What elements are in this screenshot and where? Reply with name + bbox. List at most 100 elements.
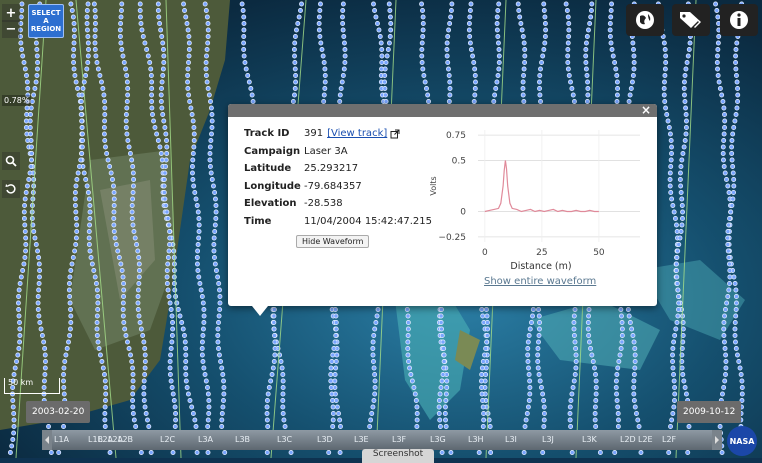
track-point[interactable]: [107, 450, 113, 455]
track-point[interactable]: [680, 209, 686, 215]
track-point[interactable]: [372, 385, 378, 390]
track-point[interactable]: [21, 261, 27, 267]
track-point[interactable]: [120, 307, 126, 312]
track-point[interactable]: [541, 404, 547, 410]
track-point[interactable]: [424, 86, 429, 91]
track-point[interactable]: [384, 53, 390, 59]
timeline-campaign-label[interactable]: L3D: [317, 435, 333, 444]
track-point[interactable]: [541, 1, 547, 7]
track-point[interactable]: [520, 79, 526, 85]
track-point[interactable]: [123, 112, 129, 117]
track-point[interactable]: [447, 79, 453, 85]
track-point[interactable]: [183, 378, 189, 384]
track-point[interactable]: [672, 216, 678, 221]
track-point[interactable]: [527, 378, 533, 384]
track-point[interactable]: [179, 320, 185, 325]
track-point[interactable]: [29, 157, 34, 163]
track-point[interactable]: [536, 313, 542, 319]
track-point[interactable]: [155, 1, 161, 7]
track-point[interactable]: [332, 339, 338, 345]
track-point[interactable]: [405, 352, 411, 358]
track-point[interactable]: [104, 151, 110, 156]
track-point[interactable]: [61, 424, 66, 429]
track-point[interactable]: [167, 229, 172, 234]
track-point[interactable]: [672, 391, 678, 397]
track-point[interactable]: [677, 177, 683, 182]
track-point[interactable]: [608, 8, 614, 13]
track-point[interactable]: [201, 320, 207, 325]
track-point[interactable]: [195, 268, 201, 273]
track-point[interactable]: [727, 268, 733, 273]
track-point[interactable]: [619, 326, 625, 332]
track-point[interactable]: [199, 339, 205, 345]
track-point[interactable]: [405, 346, 411, 351]
track-point[interactable]: [467, 8, 473, 13]
track-point[interactable]: [593, 372, 598, 377]
track-point[interactable]: [585, 79, 591, 85]
track-point[interactable]: [48, 450, 54, 455]
track-point[interactable]: [734, 105, 740, 111]
track-point[interactable]: [160, 66, 166, 72]
track-point[interactable]: [9, 443, 15, 449]
track-point[interactable]: [86, 242, 92, 247]
track-point[interactable]: [592, 404, 598, 410]
track-point[interactable]: [631, 385, 637, 390]
track-point[interactable]: [496, 1, 502, 7]
track-point[interactable]: [733, 66, 739, 72]
track-point[interactable]: [340, 14, 345, 20]
track-point[interactable]: [584, 99, 590, 104]
track-point[interactable]: [678, 183, 684, 189]
track-point[interactable]: [670, 203, 676, 208]
track-point[interactable]: [84, 27, 90, 33]
track-point[interactable]: [36, 313, 42, 319]
track-point[interactable]: [732, 333, 738, 338]
track-point[interactable]: [566, 21, 572, 26]
timeline-campaign-label[interactable]: L1A: [54, 435, 69, 444]
track-point[interactable]: [612, 450, 618, 455]
track-point[interactable]: [216, 346, 221, 351]
track-point[interactable]: [120, 300, 126, 306]
track-point[interactable]: [670, 352, 675, 358]
track-point[interactable]: [541, 398, 547, 403]
track-point[interactable]: [195, 248, 201, 254]
track-point[interactable]: [615, 411, 621, 416]
track-point[interactable]: [35, 248, 40, 254]
track-point[interactable]: [20, 268, 26, 273]
track-point[interactable]: [119, 47, 125, 52]
track-point[interactable]: [83, 73, 89, 78]
track-point[interactable]: [585, 86, 591, 91]
track-point[interactable]: [211, 183, 216, 189]
track-point[interactable]: [675, 287, 681, 293]
track-point[interactable]: [61, 385, 67, 390]
track-point[interactable]: [525, 404, 531, 410]
track-point[interactable]: [664, 112, 670, 117]
track-point[interactable]: [186, 47, 192, 52]
track-point[interactable]: [569, 391, 575, 397]
track-point[interactable]: [163, 164, 169, 169]
track-point[interactable]: [614, 398, 620, 403]
track-point[interactable]: [671, 378, 677, 384]
track-point[interactable]: [526, 372, 532, 377]
track-point[interactable]: [136, 274, 142, 280]
track-point[interactable]: [726, 255, 732, 260]
track-point[interactable]: [34, 53, 40, 59]
track-point[interactable]: [35, 307, 41, 312]
track-point[interactable]: [682, 92, 687, 98]
track-point[interactable]: [679, 365, 685, 371]
track-point[interactable]: [209, 131, 214, 137]
track-point[interactable]: [137, 268, 142, 273]
track-point[interactable]: [84, 8, 90, 13]
track-point[interactable]: [73, 79, 79, 85]
track-point[interactable]: [726, 222, 732, 228]
track-point[interactable]: [584, 34, 590, 39]
track-point[interactable]: [441, 346, 447, 351]
track-point[interactable]: [522, 53, 528, 59]
track-point[interactable]: [680, 372, 686, 377]
track-point[interactable]: [371, 333, 377, 338]
track-point[interactable]: [668, 164, 674, 169]
track-point[interactable]: [85, 53, 91, 59]
track-point[interactable]: [110, 177, 115, 182]
track-point[interactable]: [733, 294, 739, 299]
track-point[interactable]: [571, 326, 577, 332]
track-point[interactable]: [279, 365, 285, 371]
